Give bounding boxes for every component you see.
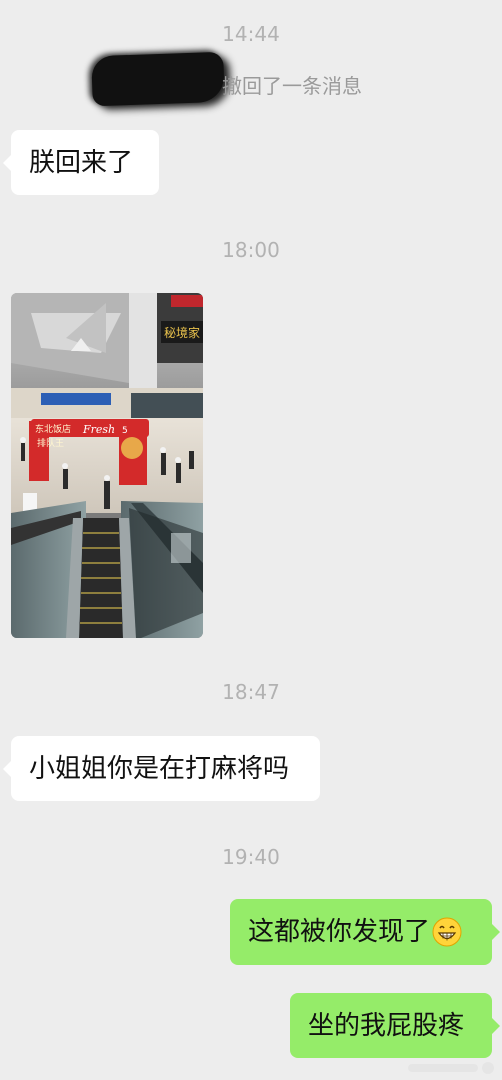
recall-notice-text: 撤回了一条消息 [222,74,362,98]
message-text: 坐的我屁股疼 [308,1010,465,1041]
message-text: 小姐姐你是在打麻将吗 [29,753,290,784]
watermark-icon [408,1062,494,1074]
arch-text: 东北饭店 [35,423,71,435]
recall-notice: 撤回了一条消息 [0,51,502,107]
message-text: 朕回来了 [29,147,134,178]
arch-side: 5 [122,426,128,436]
photo-message[interactable]: 秘境家 东北饭店 排队王 Fresh 5 [11,293,203,638]
grinning-face-icon [432,917,462,947]
message-bubble-outgoing[interactable]: 坐的我屁股疼 [290,993,500,1058]
mall-escalator-photo: 秘境家 东北饭店 排队王 Fresh 5 [11,293,203,638]
photo-sign: 秘境家 [164,325,200,340]
timestamp: 18:00 [222,238,280,262]
arch-text-2: 排队王 [37,437,64,449]
message-text: 这都被你发现了 [248,917,431,947]
timestamp: 18:47 [222,680,280,704]
message-bubble-outgoing[interactable]: 这都被你发现了 [230,899,500,965]
redacted-name [91,51,225,107]
arch-brand: Fresh [82,423,115,436]
timestamp: 19:40 [222,845,280,869]
message-bubble-incoming[interactable]: 小姐姐你是在打麻将吗 [3,736,320,801]
message-bubble-incoming[interactable]: 朕回来了 [3,130,159,195]
timestamp: 14:44 [222,22,280,46]
